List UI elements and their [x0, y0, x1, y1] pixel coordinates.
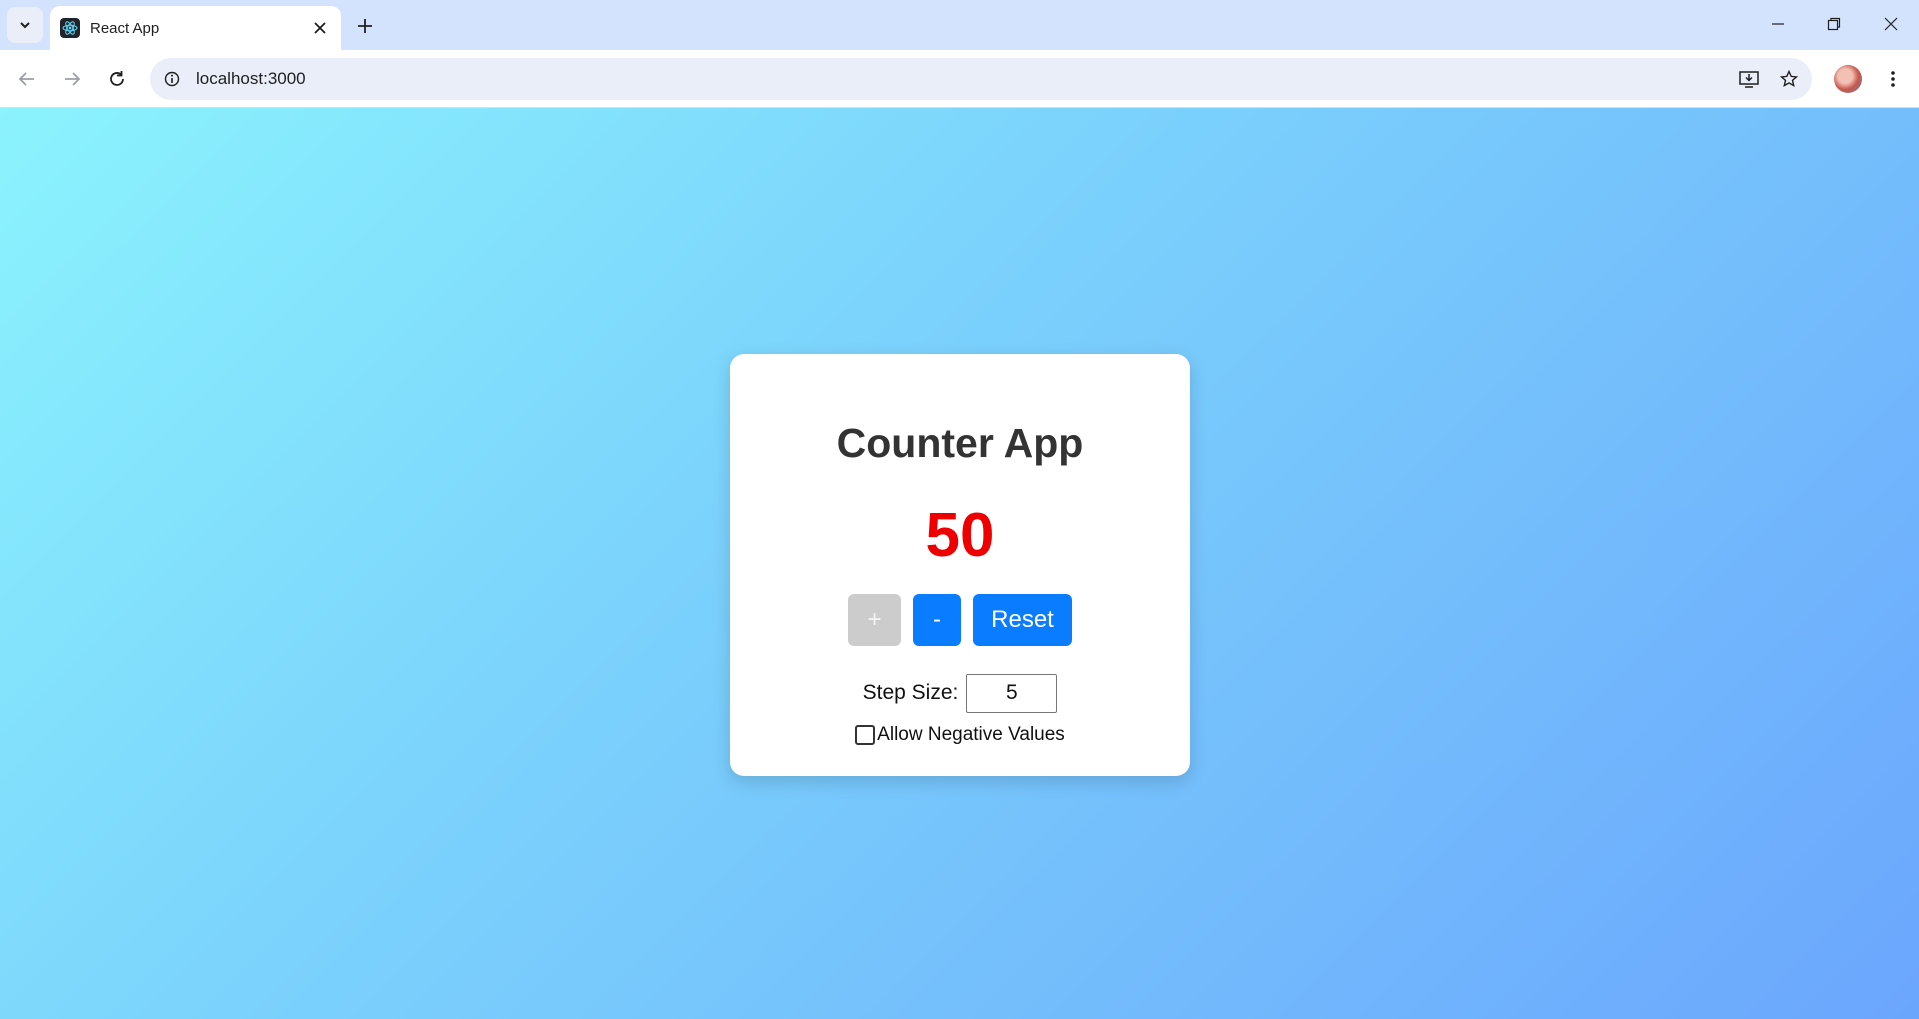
tab-search-button[interactable] — [7, 7, 43, 43]
decrement-button[interactable]: - — [913, 594, 961, 646]
tab-title: React App — [90, 19, 160, 37]
url-text[interactable]: localhost:3000 — [196, 69, 1732, 89]
install-app-icon[interactable] — [1732, 62, 1766, 96]
step-size-label: Step Size: — [862, 681, 959, 704]
browser-tab[interactable]: React App — [50, 6, 341, 50]
browser-tab-strip: React App — [0, 0, 1919, 50]
bookmark-star-icon[interactable] — [1772, 62, 1806, 96]
page-viewport: Counter App 50 + - Reset Step Size: Allo… — [0, 108, 1919, 1019]
step-size-row: Step Size: — [730, 673, 1190, 713]
address-bar[interactable]: localhost:3000 — [150, 58, 1812, 100]
reload-icon[interactable] — [100, 62, 134, 96]
profile-avatar[interactable] — [1834, 65, 1862, 93]
kebab-menu-icon[interactable] — [1878, 62, 1908, 96]
new-tab-plus-icon[interactable] — [350, 11, 380, 41]
increment-button[interactable]: + — [848, 594, 901, 646]
react-logo-icon — [60, 18, 80, 38]
browser-toolbar: localhost:3000 — [0, 50, 1919, 108]
counter-card: Counter App 50 + - Reset Step Size: Allo… — [730, 354, 1190, 776]
allow-negative-label[interactable]: Allow Negative Values — [877, 724, 1065, 746]
counter-value: 50 — [925, 501, 995, 570]
back-arrow-icon[interactable] — [10, 62, 44, 96]
chevron-down-icon — [20, 22, 30, 29]
site-info-icon[interactable] — [157, 64, 187, 94]
tab-close-icon[interactable] — [307, 15, 333, 41]
step-size-input[interactable] — [966, 673, 1058, 713]
close-window-icon[interactable] — [1862, 0, 1919, 48]
minimize-icon[interactable] — [1749, 0, 1807, 48]
restore-icon[interactable] — [1805, 0, 1863, 48]
allow-negative-checkbox[interactable] — [855, 725, 876, 745]
page-title: Counter App — [836, 420, 1084, 466]
allow-negative-row[interactable]: Allow Negative Values — [730, 720, 1190, 750]
forward-arrow-icon[interactable] — [55, 62, 89, 96]
reset-button[interactable]: Reset — [973, 594, 1072, 646]
